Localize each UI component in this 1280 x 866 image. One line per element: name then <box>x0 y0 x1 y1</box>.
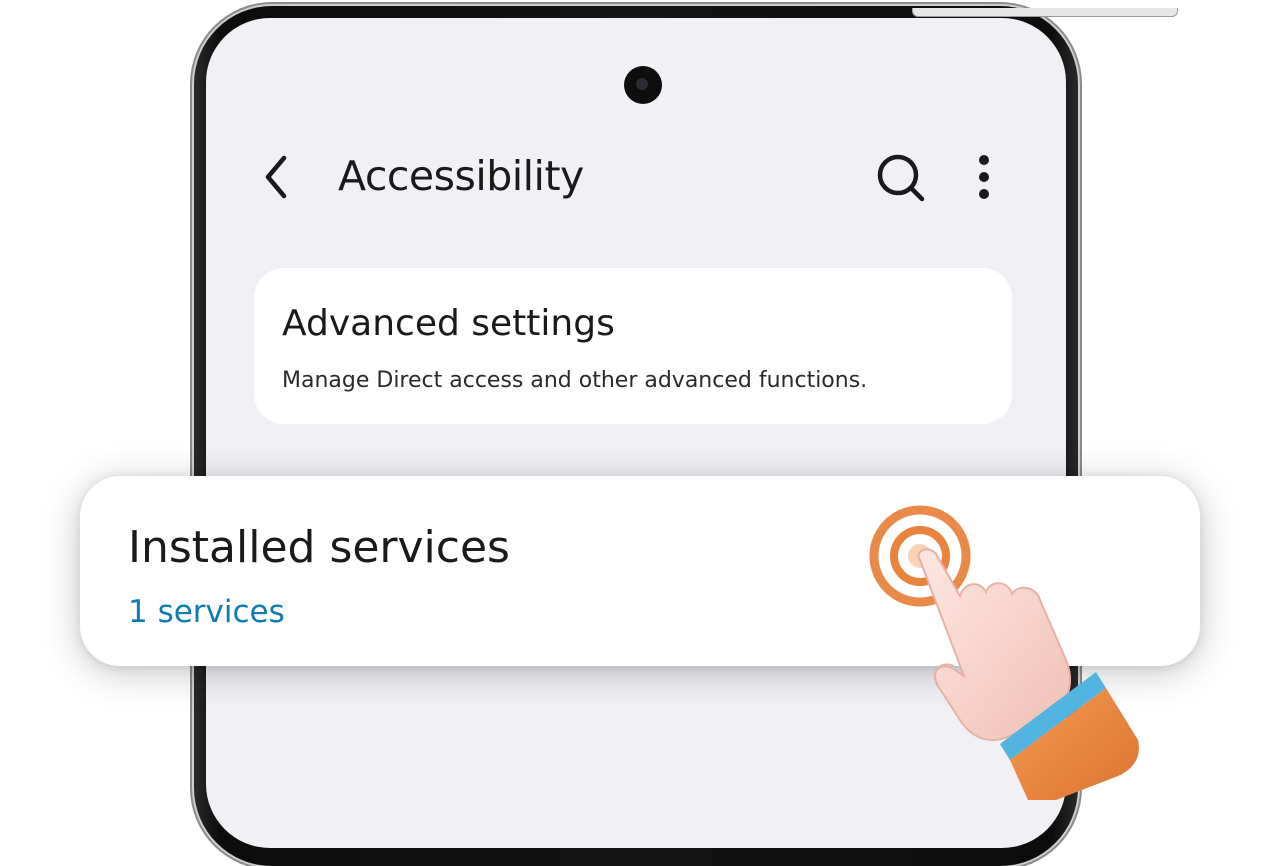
front-camera <box>624 66 662 104</box>
search-icon <box>877 154 925 202</box>
installed-services-count: 1 services <box>128 594 285 630</box>
more-vertical-icon <box>979 155 989 199</box>
advanced-settings-title: Advanced settings <box>282 303 615 344</box>
phone-side-button <box>912 8 1178 17</box>
advanced-settings-subtitle: Manage Direct access and other advanced … <box>282 368 868 393</box>
back-button[interactable] <box>258 152 298 202</box>
search-button[interactable] <box>874 150 928 204</box>
advanced-settings-card[interactable]: Advanced settings Manage Direct access a… <box>254 268 1012 424</box>
more-options-button[interactable] <box>966 152 1002 202</box>
page-title: Accessibility <box>338 152 584 200</box>
back-arrow-icon <box>265 155 287 199</box>
installed-services-title: Installed services <box>128 522 510 573</box>
tap-hand-icon <box>869 505 1139 800</box>
